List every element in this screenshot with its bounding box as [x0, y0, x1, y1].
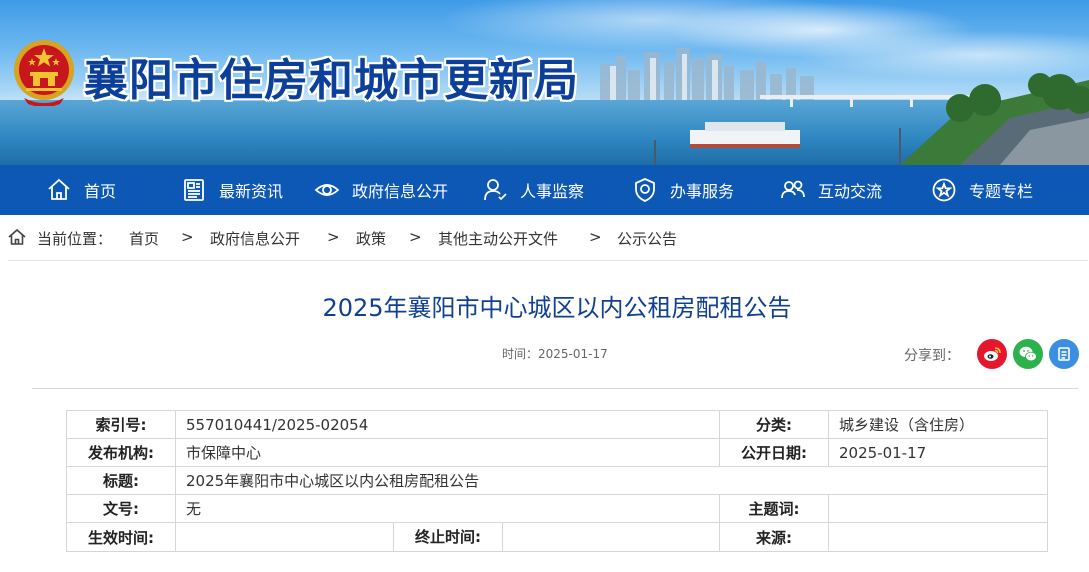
table-row: 文号: 无 主题词:	[66, 494, 1048, 523]
nav-item-label: 最新资讯	[219, 182, 284, 201]
nav-item-special[interactable]: 专题专栏	[931, 165, 1033, 215]
source-label: 来源:	[719, 522, 829, 552]
publish-time: 时间：2025-01-17	[502, 347, 608, 361]
site-banner: 襄阳市住房和城市更新局	[0, 0, 1089, 165]
site-title[interactable]: 襄阳市住房和城市更新局	[84, 44, 579, 108]
nav-item-label: 首页	[84, 182, 117, 201]
person-icon	[484, 179, 507, 201]
share-weibo-button[interactable]	[977, 339, 1007, 369]
breadcrumb-link-policy[interactable]: 政策	[356, 228, 386, 249]
docno-value: 无	[175, 494, 720, 523]
nav-item-gov-info[interactable]: 政府信息公开	[314, 165, 448, 215]
breadcrumb-prefix: 当前位置：	[37, 230, 113, 248]
main-nav: 首页 最新资讯 政府信息公开 人事监察 办事服务 互动交流 专题专栏	[0, 165, 1089, 215]
users-icon	[781, 180, 805, 199]
breadcrumb-separator: >	[327, 228, 340, 246]
category-value: 城乡建设（含住房）	[828, 410, 1048, 439]
share-other-button[interactable]	[1049, 339, 1079, 369]
news-icon	[184, 179, 204, 201]
effective-label: 生效时间:	[66, 522, 176, 552]
eye-icon	[314, 184, 340, 196]
breadcrumb-separator: >	[409, 228, 422, 246]
national-emblem-logo	[14, 40, 74, 106]
breadcrumb: 当前位置： 首页 > 政府信息公开 > 政策 > 其他主动公开文件 > 公示公告	[0, 215, 1089, 260]
nav-item-label: 互动交流	[818, 182, 883, 201]
expire-cell: 终止时间:	[393, 522, 720, 552]
nav-item-news[interactable]: 最新资讯	[181, 165, 283, 215]
document-icon	[1058, 347, 1070, 361]
share-wechat-button[interactable]	[1013, 339, 1043, 369]
nav-item-label: 人事监察	[520, 182, 585, 201]
docno-label: 文号:	[66, 494, 176, 523]
breadcrumb-link-home[interactable]: 首页	[129, 228, 159, 249]
nav-item-interaction[interactable]: 互动交流	[780, 165, 882, 215]
wechat-icon	[1019, 346, 1037, 362]
nav-item-label: 办事服务	[670, 182, 735, 201]
org-value: 市保障中心	[175, 438, 720, 467]
index-value: 557010441/2025-02054	[175, 410, 720, 439]
breadcrumb-divider	[8, 260, 1088, 261]
title-value: 2025年襄阳市中心城区以内公租房配租公告	[175, 466, 1048, 495]
home-icon	[48, 178, 70, 200]
weibo-icon	[984, 347, 1001, 361]
index-label: 索引号:	[66, 410, 176, 439]
expire-value	[503, 524, 719, 551]
breadcrumb-link-other-files[interactable]: 其他主动公开文件	[438, 228, 558, 249]
table-row: 生效时间: 终止时间: 来源:	[66, 522, 1048, 552]
open-date-label: 公开日期:	[719, 438, 829, 467]
shield-icon	[635, 178, 655, 202]
subject-value	[828, 494, 1048, 523]
nav-item-personnel[interactable]: 人事监察	[482, 165, 584, 215]
org-label: 发布机构:	[66, 438, 176, 467]
category-label: 分类:	[719, 410, 829, 439]
title-label: 标题:	[66, 466, 176, 495]
article-title: 2025年襄阳市中心城区以内公租房配租公告	[322, 294, 792, 322]
source-value	[828, 522, 1048, 552]
open-date-value: 2025-01-17	[828, 438, 1048, 467]
table-row: 索引号: 557010441/2025-02054 分类: 城乡建设（含住房）	[66, 410, 1048, 439]
effective-value	[175, 522, 394, 552]
breadcrumb-separator: >	[181, 228, 194, 246]
nav-item-label: 政府信息公开	[352, 182, 449, 201]
table-row: 标题: 2025年襄阳市中心城区以内公租房配租公告	[66, 466, 1048, 495]
nav-item-label: 专题专栏	[969, 182, 1034, 201]
breadcrumb-link-gov-info[interactable]: 政府信息公开	[210, 228, 300, 249]
document-info-table: 索引号: 557010441/2025-02054 分类: 城乡建设（含住房） …	[66, 410, 1048, 552]
nav-item-services[interactable]: 办事服务	[632, 165, 734, 215]
header-divider	[32, 388, 1078, 389]
home-icon	[8, 228, 26, 245]
table-row: 发布机构: 市保障中心 公开日期: 2025-01-17	[66, 438, 1048, 467]
star-icon	[932, 178, 956, 202]
expire-label: 终止时间:	[395, 523, 503, 551]
subject-label: 主题词:	[719, 494, 829, 523]
share-label: 分享到：	[904, 348, 960, 364]
breadcrumb-link-announcements[interactable]: 公示公告	[617, 228, 677, 249]
breadcrumb-separator: >	[589, 228, 602, 246]
nav-item-home[interactable]: 首页	[46, 165, 116, 215]
